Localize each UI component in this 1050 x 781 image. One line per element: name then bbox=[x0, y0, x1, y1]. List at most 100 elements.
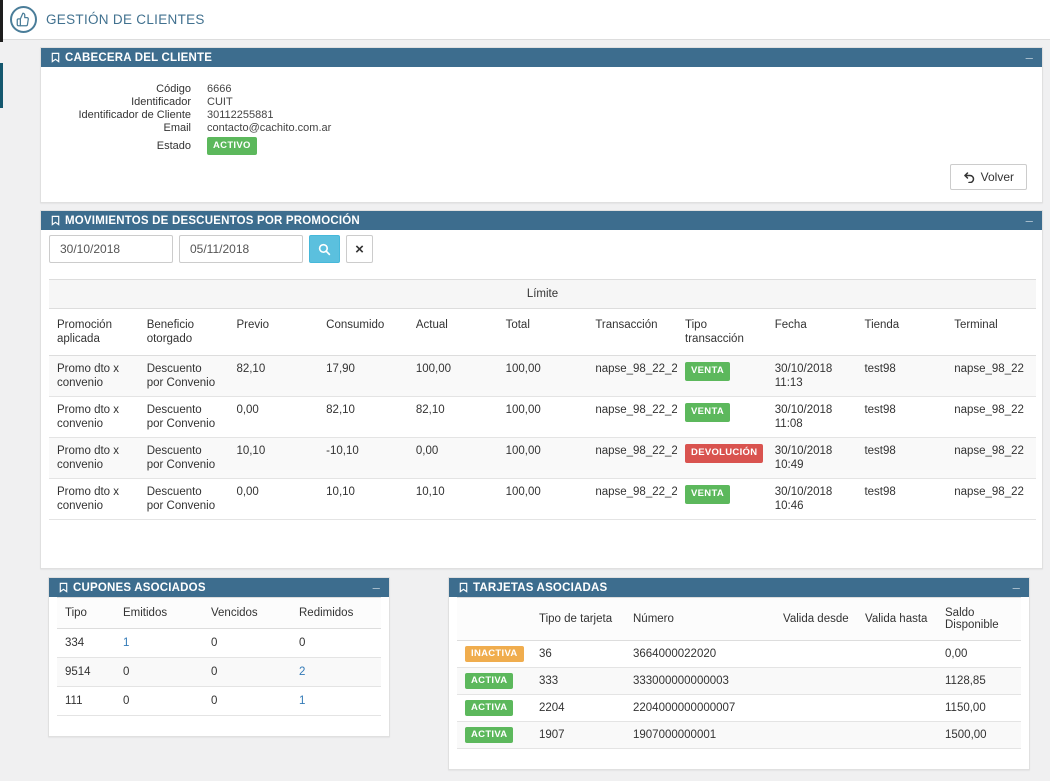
cell-tipo-tarjeta: 1907 bbox=[531, 722, 625, 749]
table-row: ACTIVA220422040000000000071150,00 bbox=[457, 695, 1021, 722]
cell-terminal: napse_98_22 bbox=[946, 479, 1036, 520]
cell-fecha: 30/10/201810:46 bbox=[767, 479, 857, 520]
cell-total: 100,00 bbox=[498, 479, 588, 520]
cell-numero: 3664000022020 bbox=[625, 641, 775, 668]
column-header: Fecha bbox=[767, 309, 857, 356]
volver-label: Volver bbox=[981, 170, 1014, 184]
close-icon: × bbox=[355, 241, 364, 258]
bookmark-icon bbox=[458, 582, 469, 593]
table-row: Promo dto x convenioDescuento por Conven… bbox=[49, 356, 1036, 397]
field-codigo: Código 6666 bbox=[41, 83, 1042, 96]
cell: 0 bbox=[203, 687, 291, 716]
field-label: Código bbox=[41, 83, 191, 96]
transaction-type-badge: VENTA bbox=[685, 362, 730, 381]
cell-valida-hasta bbox=[857, 668, 937, 695]
cell-previo: 0,00 bbox=[228, 479, 318, 520]
table-row: 9514002 bbox=[57, 658, 381, 687]
date-to-input[interactable] bbox=[179, 235, 303, 263]
left-edge-strip-sidebar[interactable] bbox=[0, 63, 3, 108]
cell-actual: 100,00 bbox=[408, 356, 498, 397]
transaction-type-badge: VENTA bbox=[685, 485, 730, 504]
volver-button[interactable]: Volver bbox=[950, 164, 1027, 190]
table-row: Promo dto x convenioDescuento por Conven… bbox=[49, 438, 1036, 479]
field-value: 30112255881 bbox=[207, 109, 273, 122]
panel-movimientos-title: MOVIMIENTOS DE DESCUENTOS POR PROMOCIÓN bbox=[65, 215, 360, 227]
cell-tienda: test98 bbox=[856, 356, 946, 397]
cell-estado: ACTIVA bbox=[457, 668, 531, 695]
cell-transaccion: napse_98_22_20181030104922 bbox=[587, 438, 677, 479]
column-header: Previo bbox=[228, 309, 318, 356]
cell: 0 bbox=[115, 687, 203, 716]
cell-previo: 0,00 bbox=[228, 397, 318, 438]
cell-actual: 10,10 bbox=[408, 479, 498, 520]
cell-valida-desde bbox=[775, 668, 857, 695]
column-header: Tipo transacción bbox=[677, 309, 767, 356]
cell-fecha: 30/10/201811:13 bbox=[767, 356, 857, 397]
page-title: GESTIÓN DE CLIENTES bbox=[46, 12, 205, 27]
cell-consumido: 10,10 bbox=[318, 479, 408, 520]
clear-filter-button[interactable]: × bbox=[346, 235, 373, 263]
cell-valida-hasta bbox=[857, 641, 937, 668]
movimientos-table: Límite Promoción aplicadaBeneficio otorg… bbox=[49, 279, 1036, 520]
field-label: Identificador de Cliente bbox=[41, 109, 191, 122]
bookmark-icon bbox=[58, 582, 69, 593]
panel-movimientos: MOVIMIENTOS DE DESCUENTOS POR PROMOCIÓN … bbox=[40, 210, 1043, 569]
count-link[interactable]: 2 bbox=[299, 666, 305, 678]
column-header: Número bbox=[625, 598, 775, 641]
bookmark-icon bbox=[50, 215, 61, 226]
cell-tipo-tarjeta: 36 bbox=[531, 641, 625, 668]
column-header: Valida desde bbox=[775, 598, 857, 641]
cell-estado: INACTIVA bbox=[457, 641, 531, 668]
thumbs-up-logo-icon[interactable] bbox=[10, 6, 37, 33]
panel-cupones-header: CUPONES ASOCIADOS – bbox=[49, 578, 389, 597]
card-status-badge: ACTIVA bbox=[465, 700, 513, 716]
cell: 0 bbox=[291, 629, 381, 658]
cell-valida-hasta bbox=[857, 695, 937, 722]
card-status-badge: INACTIVA bbox=[465, 646, 524, 662]
collapse-button[interactable]: – bbox=[1026, 214, 1033, 227]
cell-transaccion: napse_98_22_20181030110759 bbox=[587, 397, 677, 438]
cell-valida-hasta bbox=[857, 722, 937, 749]
collapse-button[interactable]: – bbox=[1013, 581, 1020, 594]
collapse-button[interactable]: – bbox=[1026, 51, 1033, 64]
cell: 1 bbox=[115, 629, 203, 658]
field-identificador: Identificador CUIT bbox=[41, 96, 1042, 109]
collapse-button[interactable]: – bbox=[373, 581, 380, 594]
column-header: Redimidos bbox=[291, 598, 381, 629]
cell-numero: 333000000000003 bbox=[625, 668, 775, 695]
cell-tienda: test98 bbox=[856, 397, 946, 438]
cell-transaccion: napse_98_22_20181030111233 bbox=[587, 356, 677, 397]
cell-beneficio: Descuento por Convenio bbox=[139, 479, 229, 520]
status-badge: ACTIVO bbox=[207, 137, 257, 155]
table-row: 334100 bbox=[57, 629, 381, 658]
date-from-input[interactable] bbox=[49, 235, 173, 263]
cell-tipo-tarjeta: 333 bbox=[531, 668, 625, 695]
cell-previo: 82,10 bbox=[228, 356, 318, 397]
panel-cupones-title: CUPONES ASOCIADOS bbox=[73, 582, 206, 594]
table-row: Promo dto x convenioDescuento por Conven… bbox=[49, 397, 1036, 438]
cell: 0 bbox=[203, 629, 291, 658]
count-link[interactable]: 1 bbox=[299, 695, 305, 707]
field-label: Email bbox=[41, 122, 191, 135]
cell: 2 bbox=[291, 658, 381, 687]
cell-tipo-transaccion: VENTA bbox=[677, 479, 767, 520]
count-link[interactable]: 1 bbox=[123, 637, 129, 649]
cell: 111 bbox=[57, 687, 115, 716]
cell-fecha: 30/10/201811:08 bbox=[767, 397, 857, 438]
card-status-badge: ACTIVA bbox=[465, 673, 513, 689]
panel-tarjetas-header: TARJETAS ASOCIADAS – bbox=[449, 578, 1029, 597]
cell-promocion: Promo dto x convenio bbox=[49, 397, 139, 438]
cell: 0 bbox=[203, 658, 291, 687]
cell-promocion: Promo dto x convenio bbox=[49, 438, 139, 479]
column-header: Actual bbox=[408, 309, 498, 356]
panel-cabecera-title: CABECERA DEL CLIENTE bbox=[65, 52, 212, 64]
cell-actual: 0,00 bbox=[408, 438, 498, 479]
transaction-type-badge: VENTA bbox=[685, 403, 730, 422]
cell-tienda: test98 bbox=[856, 479, 946, 520]
table-row: Promo dto x convenioDescuento por Conven… bbox=[49, 479, 1036, 520]
left-edge-strip-top bbox=[0, 0, 3, 42]
search-button[interactable] bbox=[309, 235, 340, 263]
cell-terminal: napse_98_22 bbox=[946, 397, 1036, 438]
field-value: CUIT bbox=[207, 96, 233, 109]
panel-cabecera-header: CABECERA DEL CLIENTE – bbox=[41, 48, 1042, 67]
